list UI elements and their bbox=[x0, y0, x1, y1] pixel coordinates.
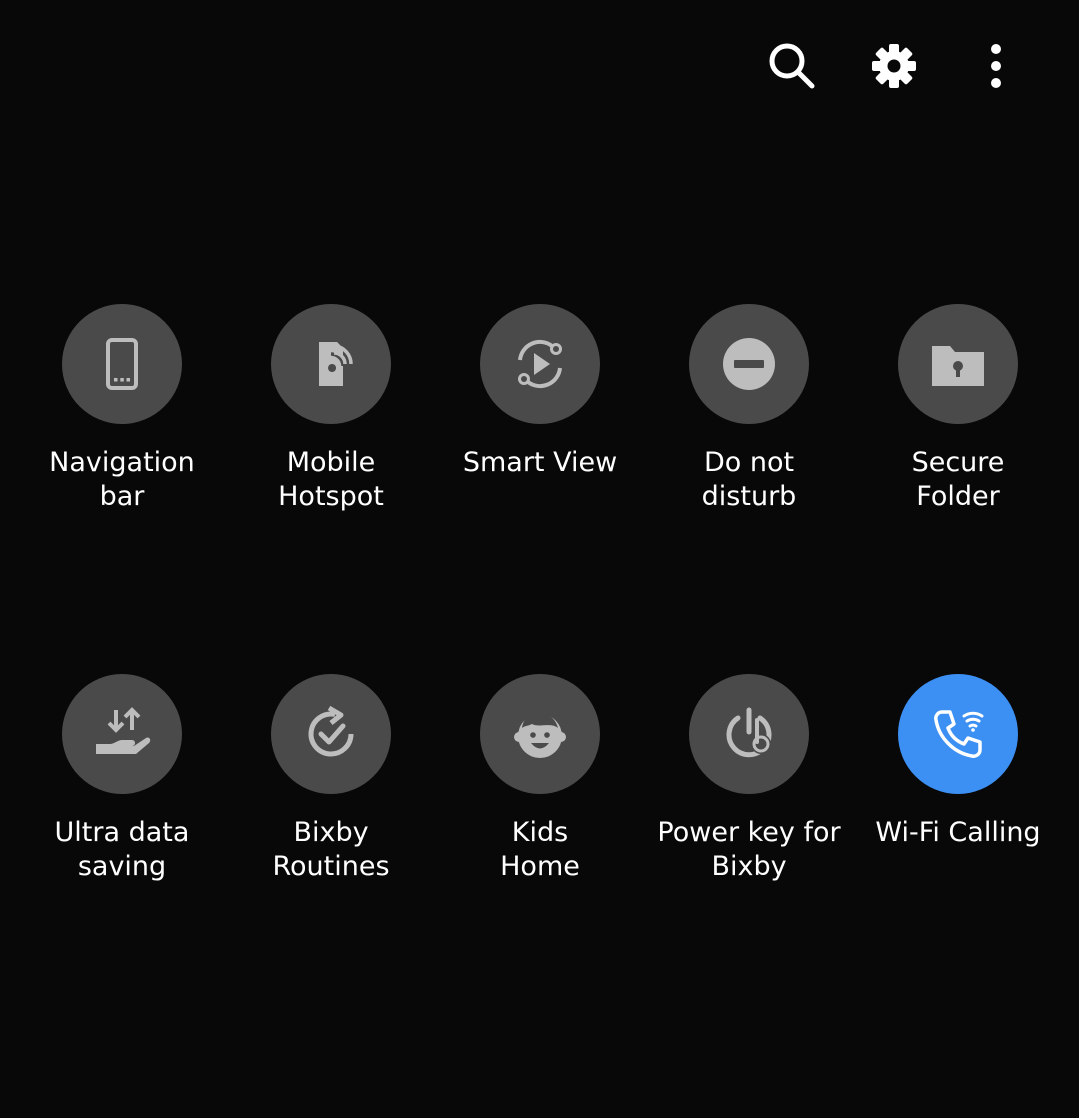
tile-ultra-data-saving-button[interactable] bbox=[62, 674, 182, 794]
tile-label: Navigation bar bbox=[49, 447, 195, 512]
smart-view-icon bbox=[518, 339, 562, 389]
navigation-bar-icon bbox=[106, 338, 138, 390]
tile-smart-view-button[interactable] bbox=[480, 304, 600, 424]
tile-mobile-hotspot-button[interactable] bbox=[271, 304, 391, 424]
search-icon bbox=[769, 43, 815, 89]
tile-kids-home-button[interactable] bbox=[480, 674, 600, 794]
tile-wifi-calling-button[interactable] bbox=[898, 674, 1018, 794]
tile-label: Power key for Bixby bbox=[657, 817, 841, 882]
tile-bixby-routines-button[interactable] bbox=[271, 674, 391, 794]
wifi-calling-icon bbox=[934, 710, 984, 758]
bixby-routines-icon bbox=[308, 705, 354, 757]
tile-label: Smart View bbox=[462, 447, 618, 478]
tile-navigation-bar[interactable]: Navigation bar bbox=[22, 304, 222, 514]
tile-power-key-for-bixby-button[interactable] bbox=[689, 674, 809, 794]
tile-navigation-bar-button[interactable] bbox=[62, 304, 182, 424]
mobile-hotspot-icon bbox=[319, 342, 353, 386]
tile-bixby-routines[interactable]: Bixby Routines bbox=[231, 674, 431, 884]
tile-mobile-hotspot[interactable]: Mobile Hotspot bbox=[231, 304, 431, 514]
tile-do-not-disturb[interactable]: Do not disturb bbox=[649, 304, 849, 514]
do-not-disturb-icon bbox=[723, 338, 775, 390]
kids-home-icon bbox=[514, 712, 566, 758]
tile-label: Bixby Routines bbox=[272, 817, 390, 882]
tile-kids-home[interactable]: Kids Home bbox=[440, 674, 640, 884]
tile-label: Secure Folder bbox=[911, 447, 1005, 512]
power-key-bixby-icon bbox=[726, 707, 772, 758]
tile-power-key-for-bixby[interactable]: Power key for Bixby bbox=[649, 674, 849, 884]
ultra-data-saving-icon bbox=[96, 707, 151, 754]
more-options-icon bbox=[991, 44, 1001, 88]
tile-wifi-calling[interactable]: Wi-Fi Calling bbox=[858, 674, 1058, 850]
secure-folder-icon bbox=[932, 346, 984, 386]
tile-label: Ultra data saving bbox=[54, 817, 190, 882]
tile-smart-view[interactable]: Smart View bbox=[440, 304, 640, 480]
tile-secure-folder-button[interactable] bbox=[898, 304, 1018, 424]
tile-do-not-disturb-button[interactable] bbox=[689, 304, 809, 424]
tile-label: Mobile Hotspot bbox=[278, 447, 384, 512]
tile-secure-folder[interactable]: Secure Folder bbox=[858, 304, 1058, 514]
tile-label: Kids Home bbox=[500, 817, 580, 882]
more-options-button[interactable] bbox=[966, 36, 1026, 96]
tile-label: Do not disturb bbox=[701, 447, 797, 512]
settings-gear-icon bbox=[872, 44, 916, 88]
settings-button[interactable] bbox=[864, 36, 924, 96]
tile-ultra-data-saving[interactable]: Ultra data saving bbox=[22, 674, 222, 884]
search-button[interactable] bbox=[762, 36, 822, 96]
tile-label: Wi-Fi Calling bbox=[875, 817, 1041, 848]
